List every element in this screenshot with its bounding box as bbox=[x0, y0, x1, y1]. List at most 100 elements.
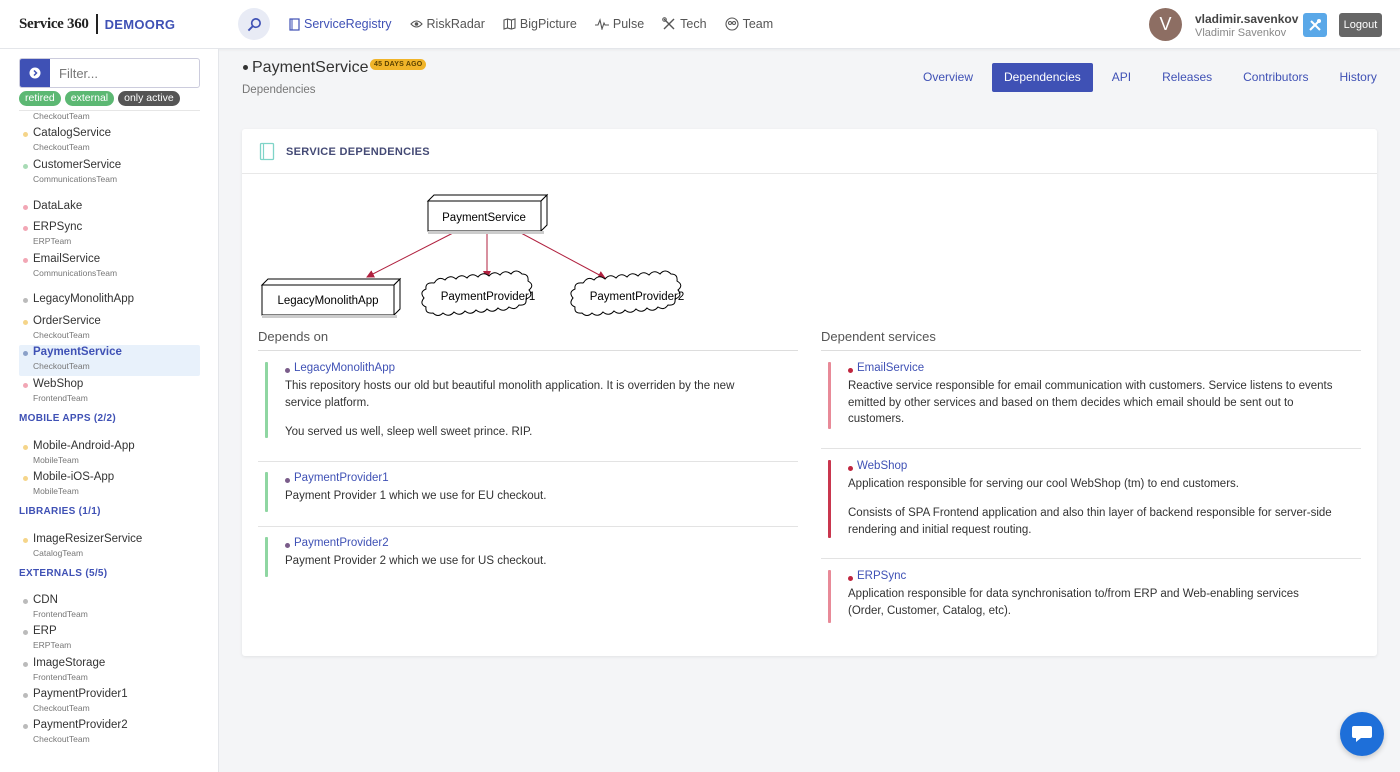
depends-divider bbox=[258, 461, 798, 462]
sidebar-item-label: PaymentService bbox=[33, 346, 122, 358]
sidebar-item-dot bbox=[23, 351, 28, 356]
sidebar-section-heading: EXTERNALS (5/5) bbox=[19, 568, 108, 579]
depends-item-desc-extra: You served us well, sleep well sweet pri… bbox=[285, 426, 533, 438]
eye-icon bbox=[409, 20, 423, 28]
page-subtitle: Dependencies bbox=[242, 84, 316, 96]
sidebar-item-paymentprovider2[interactable]: PaymentProvider2 CheckoutTeam bbox=[19, 718, 200, 749]
sidebar-item-dot bbox=[23, 258, 28, 263]
sidebar-item-webshop[interactable]: WebShop FrontendTeam bbox=[19, 377, 200, 408]
dependent-item-desc: Application responsible for serving our … bbox=[848, 478, 1239, 490]
filter-input[interactable] bbox=[50, 59, 195, 87]
nav-pulse[interactable]: Pulse bbox=[594, 17, 644, 31]
dependent-item-link[interactable]: ERPSync bbox=[857, 570, 906, 582]
sidebar-item-dot bbox=[23, 661, 28, 667]
sidebar-item-team: CheckoutTeam bbox=[33, 142, 90, 152]
sidebar-cut-team: CheckoutTeam bbox=[33, 111, 90, 121]
tab-releases[interactable]: Releases bbox=[1150, 63, 1224, 92]
dependent-item: WebShop Application responsible for serv… bbox=[828, 460, 1348, 540]
sidebar-item-mobile-ios-app[interactable]: Mobile-iOS-App MobileTeam bbox=[19, 470, 200, 501]
tab-api[interactable]: API bbox=[1100, 63, 1143, 92]
depends-item-dot bbox=[285, 543, 290, 548]
tag-external[interactable]: external bbox=[64, 91, 115, 106]
nav-bigpicture[interactable]: BigPicture bbox=[503, 17, 577, 31]
nav-riskradar[interactable]: RiskRadar bbox=[409, 17, 485, 31]
sidebar-item-dot bbox=[23, 445, 28, 450]
dependent-item: EmailService Reactive service responsibl… bbox=[828, 362, 1348, 432]
sidebar-item-orderservice[interactable]: OrderService CheckoutTeam bbox=[19, 314, 200, 345]
sidebar-item-team: FrontendTeam bbox=[33, 609, 88, 619]
sidebar-item-team: CheckoutTeam bbox=[33, 361, 90, 371]
sidebar-item-dot bbox=[23, 132, 28, 137]
depends-item-link[interactable]: LegacyMonolithApp bbox=[294, 362, 395, 374]
sidebar-item-dot bbox=[23, 599, 28, 604]
sidebar-item-dot bbox=[23, 630, 28, 636]
dependent-item-desc: Application responsible for data synchro… bbox=[848, 588, 1299, 617]
diagram-node-provider2[interactable]: PaymentProvider2 bbox=[570, 270, 684, 316]
depends-item: PaymentProvider1 Payment Provider 1 whic… bbox=[265, 472, 785, 516]
dependent-item-link[interactable]: WebShop bbox=[857, 460, 907, 472]
sidebar-item-imagestorage[interactable]: ImageStorage FrontendTeam bbox=[19, 656, 200, 687]
tag-only-active[interactable]: only active bbox=[118, 91, 180, 106]
user-full-name: Vladimir Savenkov bbox=[1195, 27, 1287, 39]
sidebar-item-emailservice[interactable]: EmailService CommunicationsTeam bbox=[19, 252, 200, 283]
depends-item-bar bbox=[265, 537, 268, 577]
sidebar-item-dot bbox=[23, 298, 28, 303]
chat-button[interactable] bbox=[1340, 712, 1384, 756]
map-icon bbox=[503, 18, 516, 30]
sidebar-item-mobile-android-app[interactable]: Mobile-Android-App MobileTeam bbox=[19, 439, 200, 470]
sidebar-item-legacymonolithapp[interactable]: LegacyMonolithApp bbox=[19, 285, 200, 316]
sidebar-item-paymentservice[interactable]: PaymentService CheckoutTeam bbox=[19, 345, 200, 376]
sidebar-item-erp[interactable]: ERP ERPTeam bbox=[19, 624, 200, 655]
nav-serviceregistry[interactable]: ServiceRegistry bbox=[289, 17, 392, 31]
depends-item-link[interactable]: PaymentProvider1 bbox=[294, 472, 389, 484]
tag-retired[interactable]: retired bbox=[19, 91, 61, 106]
tab-dependencies[interactable]: Dependencies bbox=[992, 63, 1093, 92]
sidebar-item-dot bbox=[23, 320, 28, 325]
depends-item-desc: Payment Provider 2 which we use for US c… bbox=[285, 555, 547, 567]
diagram-node-legacy[interactable]: LegacyMonolithApp bbox=[260, 277, 402, 318]
sidebar-item-team: CheckoutTeam bbox=[33, 734, 90, 745]
dependents-divider bbox=[821, 448, 1361, 449]
dependent-item-dot bbox=[848, 466, 853, 471]
sidebar-item-dot bbox=[23, 383, 28, 388]
diagram-node-provider1[interactable]: PaymentProvider1 bbox=[421, 270, 536, 316]
dependency-diagram: PaymentService LegacyMonolithApp Payment… bbox=[260, 193, 684, 318]
tab-contributors[interactable]: Contributors bbox=[1231, 63, 1320, 92]
logo[interactable]: Service 360 DEMOORG bbox=[19, 14, 175, 34]
sidebar-item-label: PaymentProvider2 bbox=[33, 719, 128, 732]
filter-toggle-button[interactable] bbox=[20, 59, 50, 87]
logo-brand: Service 360 bbox=[19, 15, 89, 32]
tools-button[interactable] bbox=[1303, 13, 1327, 37]
sidebar-section-heading: LIBRARIES (1/1) bbox=[19, 506, 101, 517]
search-button[interactable] bbox=[238, 8, 270, 40]
sidebar-item-team: CommunicationsTeam bbox=[33, 174, 118, 184]
edge-provider2 bbox=[520, 232, 606, 279]
sidebar-item-label: ERP bbox=[33, 625, 57, 638]
wrench-icon bbox=[1309, 19, 1321, 31]
depends-item-link[interactable]: PaymentProvider2 bbox=[294, 537, 389, 549]
sidebar-item-label: WebShop bbox=[33, 378, 84, 390]
diagram-legacy-label: LegacyMonolithApp bbox=[277, 295, 378, 307]
depends-item-bar bbox=[265, 472, 268, 512]
dependent-item-link[interactable]: EmailService bbox=[857, 362, 924, 374]
edge-legacy bbox=[366, 232, 454, 278]
sidebar-item-cdn[interactable]: CDN FrontendTeam bbox=[19, 593, 200, 624]
logout-button[interactable]: Logout bbox=[1339, 13, 1382, 37]
diagram-node-root[interactable]: PaymentService bbox=[426, 193, 549, 234]
sidebar-item-paymentprovider1[interactable]: PaymentProvider1 CheckoutTeam bbox=[19, 687, 200, 718]
sidebar-item-customerservice[interactable]: CustomerService CommunicationsTeam bbox=[19, 158, 200, 189]
nav-tech[interactable]: Tech bbox=[662, 17, 707, 31]
sidebar-item-datalake[interactable]: DataLake bbox=[19, 192, 200, 223]
pulse-icon bbox=[594, 18, 609, 30]
sidebar-item-catalogservice[interactable]: CatalogService CheckoutTeam bbox=[19, 126, 200, 157]
depends-item-desc: Payment Provider 1 which we use for EU c… bbox=[285, 490, 547, 502]
sidebar-item-erpsync[interactable]: ERPSync ERPTeam bbox=[19, 220, 200, 251]
nav-team[interactable]: Team bbox=[725, 17, 774, 31]
sidebar-item-imageresizerservice[interactable]: ImageResizerService CatalogTeam bbox=[19, 532, 200, 563]
avatar[interactable]: V bbox=[1149, 8, 1182, 41]
nav-label: Team bbox=[742, 17, 774, 31]
diagram-provider1-label: PaymentProvider1 bbox=[441, 291, 536, 303]
nav-label: ServiceRegistry bbox=[304, 17, 392, 31]
tab-history[interactable]: History bbox=[1328, 63, 1389, 92]
tab-overview[interactable]: Overview bbox=[911, 63, 985, 92]
